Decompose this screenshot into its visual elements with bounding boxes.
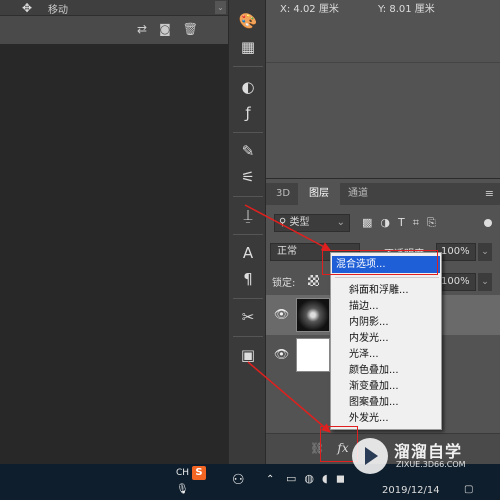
- chevron-down-icon: ⌄: [336, 217, 345, 228]
- watermark-url: ZIXUE.3D66.COM: [396, 460, 466, 469]
- menu-item-satin[interactable]: 光泽...: [349, 347, 379, 362]
- info-panel: X: 4.02 厘米 Y: 8.01 厘米: [266, 0, 500, 178]
- menu-item-inner-glow[interactable]: 内发光...: [349, 331, 389, 346]
- divider: [233, 66, 263, 67]
- menu-item-outer-glow[interactable]: 外发光...: [349, 411, 389, 426]
- y-coordinate-readout: Y: 8.01 厘米: [378, 4, 435, 15]
- menu-item-gradient-overlay[interactable]: 渐变叠加...: [349, 379, 399, 394]
- lock-transparency-icon[interactable]: [308, 275, 319, 286]
- divider: [233, 234, 263, 235]
- tray-icons: ▭ ◍ ◖ ◼: [286, 472, 345, 485]
- notification-icon[interactable]: ▢: [464, 484, 473, 495]
- panel-menu-icon[interactable]: ≡: [485, 183, 494, 205]
- x-coordinate-readout: X: 4.02 厘米: [280, 4, 339, 15]
- history-icon[interactable]: ▣: [235, 344, 261, 366]
- new-layer-comp-icon[interactable]: ⇄: [137, 22, 147, 36]
- shape-filter-icon[interactable]: ⌗: [413, 216, 419, 230]
- battery-icon[interactable]: ▭: [286, 472, 296, 485]
- divider: [233, 298, 263, 299]
- chevron-down-icon[interactable]: ⌄: [478, 273, 492, 291]
- ime-language[interactable]: CH: [176, 468, 189, 478]
- layer-comp-icons: ⇄ ◙ 🗑: [137, 22, 198, 36]
- scroll-up-icon[interactable]: ⌄: [215, 1, 226, 14]
- styles-fx-icon[interactable]: ƒ: [235, 102, 261, 124]
- tool-name-label: 移动: [48, 5, 68, 16]
- brush-icon[interactable]: ✎: [235, 140, 261, 162]
- move-icon[interactable]: ✥: [22, 1, 32, 15]
- pixel-filter-icon[interactable]: ▩: [362, 216, 372, 230]
- camera-icon[interactable]: ◙: [159, 22, 171, 36]
- fill-field[interactable]: 100%: [436, 273, 476, 291]
- trash-icon[interactable]: 🗑: [183, 22, 198, 36]
- show-hidden-icons-caret[interactable]: ⌃: [266, 474, 274, 485]
- adjustment-filter-icon[interactable]: ◑: [380, 216, 390, 230]
- play-logo-icon: [352, 438, 388, 474]
- panel-tab-bar: 3D 图层 通道 ≡: [266, 183, 500, 205]
- type-filter-icon[interactable]: T: [398, 216, 405, 230]
- chevron-down-icon[interactable]: ⌄: [478, 243, 492, 261]
- lock-label: 锁定:: [272, 278, 296, 289]
- watermark: 溜溜自学 ZIXUE.3D66.COM: [352, 436, 500, 480]
- divider: [233, 336, 263, 337]
- search-icon: ⚲: [279, 217, 290, 228]
- sogou-ime-icon[interactable]: S: [192, 466, 206, 480]
- layer-kind-filter[interactable]: ⚲ 类型 ⌄: [274, 214, 350, 232]
- eye-icon[interactable]: 👁: [274, 347, 289, 361]
- menu-item-inner-shadow[interactable]: 内阴影...: [349, 315, 389, 330]
- opacity-field[interactable]: 100%: [436, 243, 476, 261]
- clock-date[interactable]: 2019/12/14: [382, 485, 440, 496]
- eye-icon[interactable]: 👁: [274, 307, 289, 321]
- tab-layers[interactable]: 图层: [298, 183, 340, 205]
- paragraph-icon[interactable]: ¶: [235, 268, 261, 290]
- app-tray-icon[interactable]: ◼: [336, 472, 345, 485]
- panel-dock-strip: 🎨 ▦ ◐ ƒ ✎ ⚟ ⍊ A ¶ ✂ ▣: [228, 0, 266, 464]
- swatches-grid-icon[interactable]: ▦: [235, 36, 261, 58]
- clone-source-icon[interactable]: ⍊: [235, 204, 261, 226]
- color-palette-icon[interactable]: 🎨: [235, 10, 261, 32]
- volume-icon[interactable]: ◖: [322, 472, 328, 485]
- filter-toggle[interactable]: [484, 219, 492, 227]
- highlight-box: [322, 250, 438, 275]
- layer-style-menu: 混合选项... 斜面和浮雕... 描边... 内阴影... 内发光... 光泽.…: [330, 252, 442, 430]
- options-bar-row: ✥ 移动 ⌄: [0, 0, 228, 16]
- layer-filter-row: ⚲ 类型 ⌄ ▩ ◑ T ⌗ ⎘: [266, 211, 500, 235]
- divider: [266, 62, 500, 63]
- divider: [233, 132, 263, 133]
- brush-settings-icon[interactable]: ⚟: [235, 166, 261, 188]
- divider: [233, 196, 263, 197]
- layer-thumbnail: [296, 338, 330, 372]
- tool-presets-icon[interactable]: ✂: [235, 306, 261, 328]
- tab-channels[interactable]: 通道: [348, 183, 368, 205]
- tab-3d[interactable]: 3D: [276, 183, 290, 205]
- layer-thumbnail: [296, 298, 330, 332]
- options-bar: ✥ 移动 ⌄ ⇄ ◙ 🗑: [0, 0, 228, 44]
- menu-item-pattern-overlay[interactable]: 图案叠加...: [349, 395, 399, 410]
- smart-object-filter-icon[interactable]: ⎘: [427, 216, 436, 230]
- menu-item-stroke[interactable]: 描边...: [349, 299, 379, 314]
- network-icon[interactable]: ◍: [304, 472, 314, 485]
- adjustments-icon[interactable]: ◐: [235, 76, 261, 98]
- filter-kind-label: 类型: [289, 217, 310, 228]
- menu-item-color-overlay[interactable]: 颜色叠加...: [349, 363, 399, 378]
- document-canvas[interactable]: [0, 44, 228, 464]
- menu-divider: [335, 277, 439, 278]
- filter-icons: ▩ ◑ T ⌗ ⎘: [362, 216, 436, 230]
- microphone-icon[interactable]: 🎙: [176, 484, 189, 495]
- people-icon[interactable]: ⚇: [232, 472, 245, 488]
- character-icon[interactable]: A: [235, 242, 261, 264]
- watermark-title: 溜溜自学: [394, 442, 463, 461]
- menu-item-bevel-emboss[interactable]: 斜面和浮雕...: [349, 283, 409, 298]
